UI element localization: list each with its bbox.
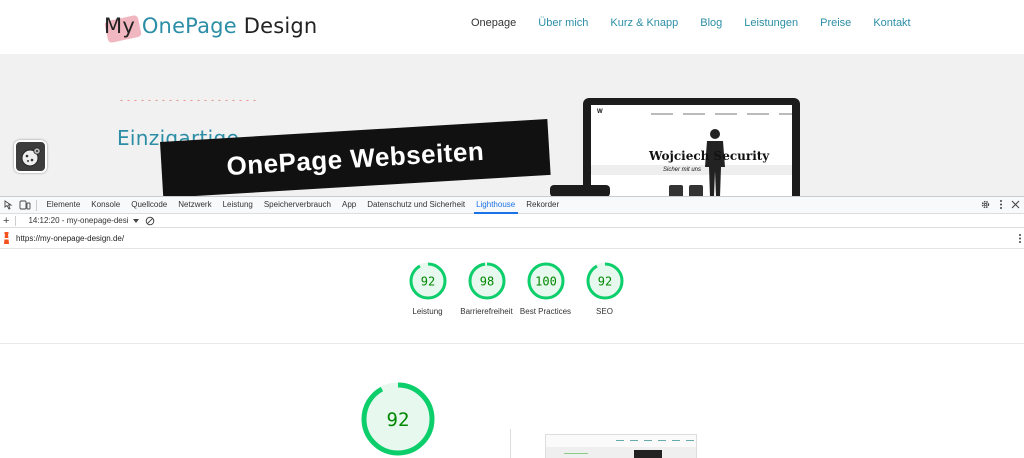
score-gauges: 92 Leistung 98 Barrierefreiheit 100 Best… [398,261,634,317]
tab-netzwerk[interactable]: Netzwerk [173,197,217,213]
phone-mockup [550,185,610,196]
gauge-best-practices[interactable]: 100 Best Practices [516,261,575,317]
report-url[interactable]: https://my-onepage-design.de/ [16,234,124,243]
inspect-element-icon[interactable] [2,198,16,212]
main-nav: Onepage Über mich Kurz & Knapp Blog Leis… [460,16,922,30]
tab-datenschutz[interactable]: Datenschutz und Sicherheit [362,197,471,213]
laptop-mockup: W Wojciech Security Sicher mit uns [583,98,800,196]
nav-item-blog[interactable]: Blog [689,16,733,30]
laptop-screen: W Wojciech Security Sicher mit uns [591,105,792,196]
nav-item-onepage[interactable]: Onepage [460,16,527,30]
cookie-settings-button[interactable] [14,140,47,173]
lighthouse-toolbar: + 14:12:20 - my-onepage-desi [0,214,1024,228]
more-vert-icon[interactable] [999,199,1003,210]
hero-section: Einzigartige OnePage Webseiten W Wojciec… [0,54,1024,196]
nav-item-leistungen[interactable]: Leistungen [733,16,809,30]
toolbar-separator [15,215,17,226]
gauge-ring: 92 [409,262,446,300]
dotted-divider [118,99,256,101]
cookie-icon [21,146,41,166]
gear-icon[interactable] [980,199,991,210]
lighthouse-icon [4,232,9,244]
tab-quellcode[interactable]: Quellcode [126,197,173,213]
clear-icon[interactable] [145,216,155,226]
gauge-score: 100 [535,275,557,289]
hero-headline: OnePage Webseiten [225,135,485,181]
gauge-label: Leistung [412,307,443,316]
chevron-down-icon[interactable] [132,218,139,223]
gauge-score: 92 [420,275,434,289]
plus-icon[interactable]: + [3,215,9,227]
nav-item-ueber-mich[interactable]: Über mich [527,16,599,30]
devtools-right-controls [980,199,1020,210]
section-divider [0,343,1024,344]
site-header: My OnePage Design Onepage Über mich Kurz… [0,0,1024,54]
tab-konsole[interactable]: Konsole [86,197,126,213]
mockup-feature-icon [689,185,703,196]
tab-lighthouse[interactable]: Lighthouse [471,197,521,214]
devtools-panel: Elemente Konsole Quellcode Netzwerk Leis… [0,196,1024,458]
mockup-nav [651,111,792,117]
tab-separator [36,199,37,211]
main-score: 92 [387,409,410,431]
nav-item-kontakt[interactable]: Kontakt [862,16,921,30]
report-select[interactable]: 14:12:20 - my-onepage-desi [28,216,130,225]
device-toolbar-icon[interactable] [18,198,32,212]
more-vert-icon[interactable] [1018,233,1022,244]
gauge-ring: 98 [468,262,505,300]
report-url-bar: https://my-onepage-design.de/ [0,228,1024,249]
tab-speicherverbrauch[interactable]: Speicherverbrauch [258,197,336,213]
mockup-title: Wojciech Security [649,149,770,163]
gauge-label: Barrierefreiheit [460,307,513,316]
gauge-ring: 100 [527,262,564,300]
screen: My OnePage Design Onepage Über mich Kurz… [0,0,1024,458]
column-divider [510,429,511,458]
tab-leistung[interactable]: Leistung [217,197,258,213]
gauge-ring: 92 [586,262,623,300]
devtools-tabbar: Elemente Konsole Quellcode Netzwerk Leis… [0,197,1024,214]
thumbnail-nav [616,440,694,441]
thumbnail-accent [564,453,588,454]
gauge-leistung[interactable]: 92 Leistung [398,261,457,317]
page-screenshot-thumbnail[interactable] [545,434,697,458]
gauge-barrierefreiheit[interactable]: 98 Barrierefreiheit [457,261,516,317]
main-score-gauge: 92 [361,382,435,456]
gauge-score: 92 [597,275,611,289]
mockup-logo: W [597,109,603,115]
gauge-seo[interactable]: 92 SEO [575,261,634,317]
tab-rekorder[interactable]: Rekorder [521,197,565,213]
logo-text: My OnePage Design [104,14,318,38]
mockup-subtitle: Sicher mit uns [663,167,702,173]
gauge-label: SEO [596,307,613,316]
site-logo[interactable]: My OnePage Design [104,8,317,44]
mockup-feature-icon [669,185,683,196]
tab-app[interactable]: App [337,197,362,213]
tab-elemente[interactable]: Elemente [41,197,86,213]
thumbnail-laptop [634,450,662,458]
close-icon[interactable] [1011,200,1020,209]
gauge-label: Best Practices [519,307,572,316]
gauge-score: 98 [479,275,493,289]
nav-item-kurz-knapp[interactable]: Kurz & Knapp [599,16,689,30]
nav-item-preise[interactable]: Preise [809,16,862,30]
